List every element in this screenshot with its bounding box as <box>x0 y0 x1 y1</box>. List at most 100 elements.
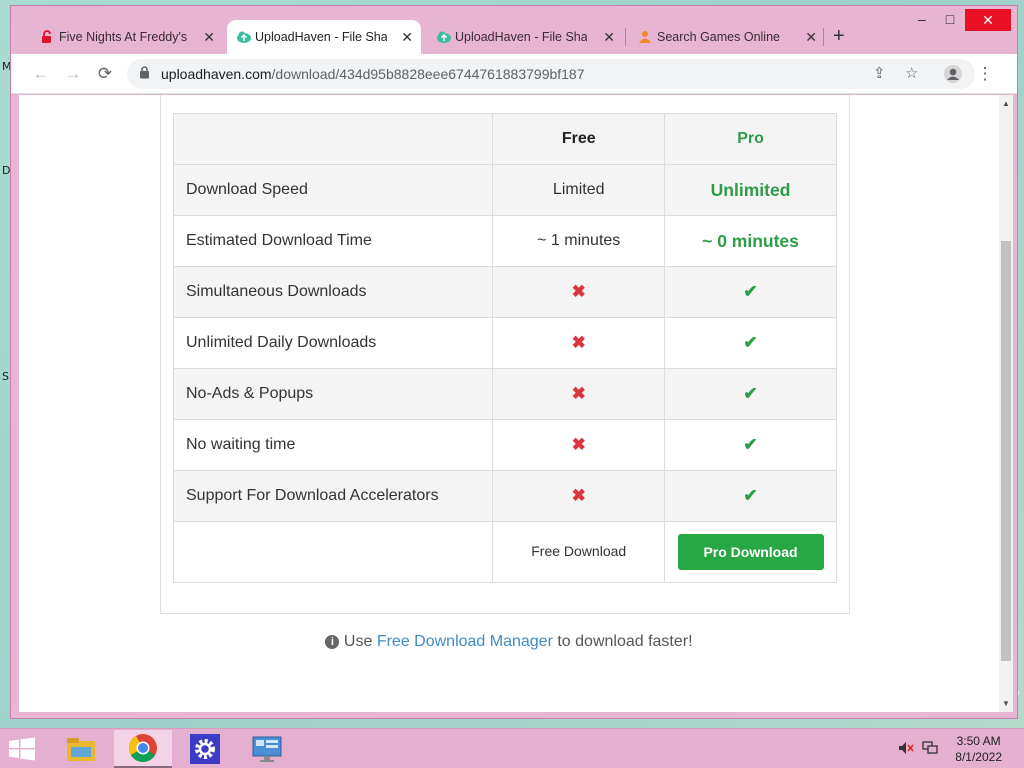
feature-label: No-Ads & Popups <box>172 368 494 420</box>
table-header-row: Free Pro <box>172 113 837 165</box>
check-icon: ✔ <box>743 333 758 352</box>
download-manager-tip: i Use Free Download Manager to download … <box>19 633 999 651</box>
url-path: /download/434d95b8828eee6744761883799bf1… <box>271 66 585 82</box>
tab-uploadhaven[interactable]: UploadHaven - File Sharir ✕ <box>427 20 623 54</box>
feature-label: Estimated Download Time <box>172 215 494 267</box>
close-tab-icon[interactable]: ✕ <box>603 28 615 46</box>
tab-title: Five Nights At Freddy's F <box>59 30 191 44</box>
tip-prefix: Use <box>343 633 377 650</box>
header-feature <box>172 113 494 165</box>
lock-icon <box>139 66 150 82</box>
table-row: No waiting time ✖ ✔ <box>172 419 837 471</box>
share-icon[interactable]: ⇪ <box>873 64 886 82</box>
pro-value: ~ 0 minutes <box>664 215 837 267</box>
header-free: Free <box>492 113 666 165</box>
page-scrollbar[interactable]: ▲ ▼ <box>999 95 1013 712</box>
taskbar-chrome[interactable] <box>114 730 172 768</box>
table-row: Simultaneous Downloads ✖ ✔ <box>172 266 837 318</box>
free-download-link[interactable]: Free Download <box>531 543 626 559</box>
feature-label: No waiting time <box>172 419 494 471</box>
browser-toolbar: ← → ⟳ uploadhaven.com/download/434d95b88… <box>11 54 1017 94</box>
minimize-button[interactable]: – <box>907 10 937 28</box>
info-icon: i <box>325 635 340 649</box>
tab-strip: Five Nights At Freddy's F ✕ UploadHaven … <box>11 6 1017 54</box>
tab-separator <box>625 28 626 46</box>
browser-window: Five Nights At Freddy's F ✕ UploadHaven … <box>10 5 1018 719</box>
tab-title: Search Games Online <box>657 30 780 44</box>
tab-search-games[interactable]: Search Games Online ✕ <box>629 20 825 54</box>
check-icon: ✔ <box>743 282 758 301</box>
scroll-up-arrow-icon[interactable]: ▲ <box>1002 99 1010 108</box>
check-icon: ✔ <box>743 486 758 505</box>
new-tab-button[interactable]: + <box>833 24 845 48</box>
plan-comparison-table: Free Pro Download Speed Limited Unlimite… <box>172 113 837 583</box>
uploadhaven-cloud-icon <box>236 30 251 44</box>
tab-title: UploadHaven - File Sharir <box>255 30 387 44</box>
free-value: ~ 1 minutes <box>492 215 666 267</box>
menu-kebab-icon[interactable]: ⋮ <box>973 62 997 86</box>
check-icon: ✔ <box>743 435 758 454</box>
close-window-button[interactable]: ✕ <box>965 9 1011 31</box>
chrome-icon <box>129 734 157 762</box>
close-tab-icon[interactable]: ✕ <box>203 28 215 46</box>
cross-icon: ✖ <box>571 384 586 403</box>
pro-download-button[interactable]: Pro Download <box>677 534 824 570</box>
scroll-down-arrow-icon[interactable]: ▼ <box>1002 699 1010 708</box>
cross-icon: ✖ <box>571 333 586 352</box>
url-host: uploadhaven.com <box>161 66 272 82</box>
desktop-icon-label-s: S <box>2 370 9 383</box>
taskbar-settings[interactable] <box>176 730 234 768</box>
bookmark-star-icon[interactable]: ☆ <box>905 64 918 82</box>
table-row: Download Speed Limited Unlimited <box>172 164 837 216</box>
cross-icon: ✖ <box>571 435 586 454</box>
table-row: Unlimited Daily Downloads ✖ ✔ <box>172 317 837 369</box>
lock-red-icon <box>40 30 54 44</box>
tab-title: UploadHaven - File Sharir <box>455 30 587 44</box>
clock-date: 8/1/2022 <box>955 750 1002 764</box>
reload-icon[interactable]: ⟳ <box>93 62 117 86</box>
maximize-button[interactable]: □ <box>935 10 965 28</box>
download-actions-row: Free Download Pro Download <box>172 521 837 583</box>
url-text: uploadhaven.com/download/434d95b8828eee6… <box>161 66 585 82</box>
profile-avatar-icon[interactable] <box>941 62 965 86</box>
network-icon[interactable] <box>922 741 938 758</box>
person-orange-icon <box>638 30 652 44</box>
table-row: No-Ads & Popups ✖ ✔ <box>172 368 837 420</box>
free-value: Limited <box>492 164 666 216</box>
check-icon: ✔ <box>743 384 758 403</box>
back-arrow-icon[interactable]: ← <box>29 62 53 86</box>
gear-icon <box>190 734 220 764</box>
tab-fnaf[interactable]: Five Nights At Freddy's F ✕ <box>31 20 223 54</box>
taskbar: 3:50 AM 8/1/2022 <box>0 728 1024 768</box>
control-panel-icon <box>252 736 282 762</box>
empty-cell <box>172 521 494 583</box>
tip-suffix: to download faster! <box>552 633 693 650</box>
header-pro: Pro <box>664 113 837 165</box>
address-bar[interactable]: uploadhaven.com/download/434d95b8828eee6… <box>127 59 975 89</box>
table-row: Estimated Download Time ~ 1 minutes ~ 0 … <box>172 215 837 267</box>
free-download-manager-link[interactable]: Free Download Manager <box>377 633 553 650</box>
close-tab-icon[interactable]: ✕ <box>805 28 817 46</box>
feature-label: Download Speed <box>172 164 494 216</box>
pro-value: Unlimited <box>664 164 837 216</box>
table-row: Support For Download Accelerators ✖ ✔ <box>172 470 837 522</box>
cross-icon: ✖ <box>571 282 586 301</box>
feature-label: Support For Download Accelerators <box>172 470 494 522</box>
system-clock[interactable]: 3:50 AM 8/1/2022 <box>955 733 1002 765</box>
feature-label: Simultaneous Downloads <box>172 266 494 318</box>
page-content: Free Pro Download Speed Limited Unlimite… <box>19 95 999 712</box>
taskbar-file-explorer[interactable] <box>52 730 110 768</box>
forward-arrow-icon[interactable]: → <box>61 62 85 86</box>
windows-start-icon[interactable] <box>8 737 36 761</box>
volume-muted-icon[interactable] <box>898 741 914 758</box>
folder-icon <box>67 738 95 761</box>
scroll-thumb[interactable] <box>1001 241 1011 661</box>
close-tab-icon[interactable]: ✕ <box>401 28 413 46</box>
tab-uploadhaven-active[interactable]: UploadHaven - File Sharir ✕ <box>227 20 421 54</box>
clock-time: 3:50 AM <box>956 734 1001 748</box>
tab-separator <box>823 28 824 46</box>
taskbar-control-panel[interactable] <box>238 730 296 768</box>
cross-icon: ✖ <box>571 486 586 505</box>
uploadhaven-cloud-icon <box>436 30 451 44</box>
feature-label: Unlimited Daily Downloads <box>172 317 494 369</box>
